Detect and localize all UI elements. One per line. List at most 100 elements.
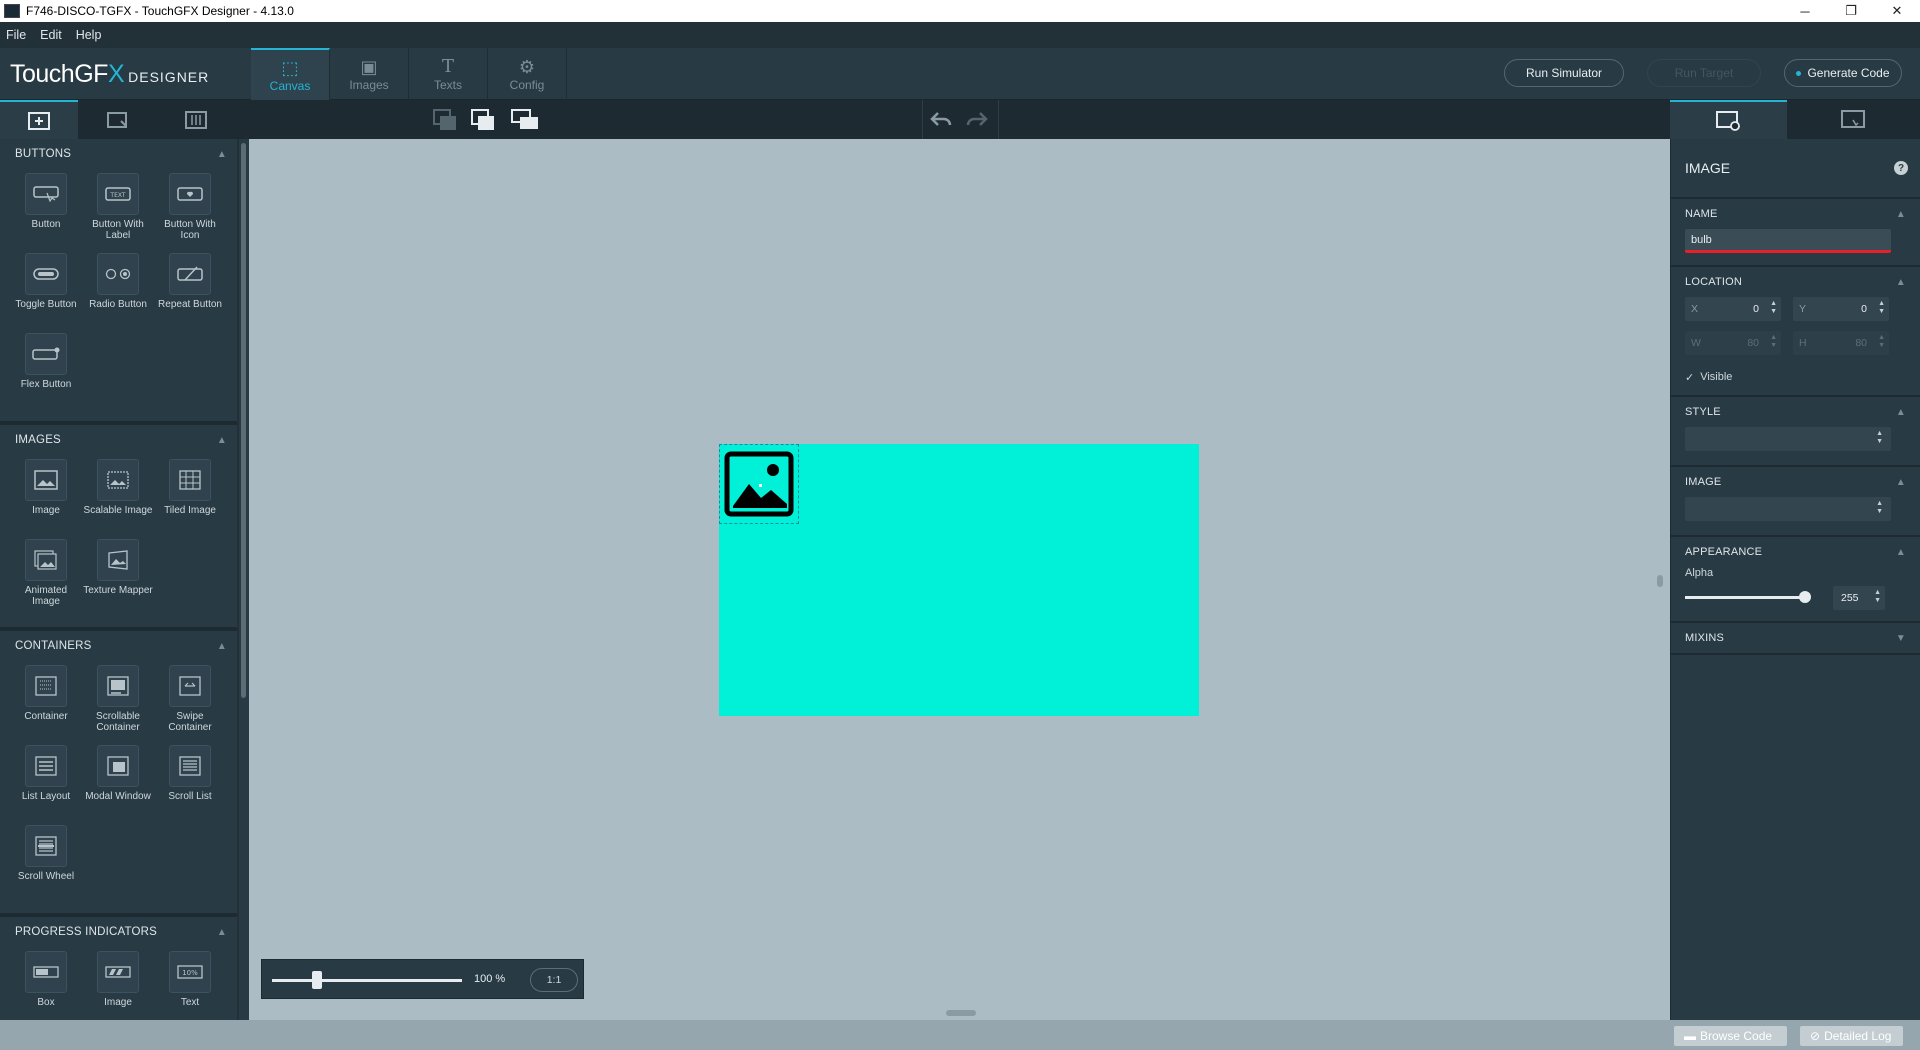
maximize-button[interactable]: ❐ [1828,0,1874,22]
mixins-section-header[interactable]: MIXINS ▼ [1685,623,1906,653]
widget-tiled-image[interactable]: Tiled Image [154,459,226,535]
app-icon [4,4,20,18]
canvas-resize-handle[interactable] [1657,575,1663,587]
tab-config[interactable]: ⚙ Config [488,48,567,100]
close-button[interactable]: ✕ [1874,0,1920,22]
widget-animated-image[interactable]: Animated Image [10,539,82,615]
widget-scalable-image[interactable]: Scalable Image [82,459,154,535]
texts-icon: T [441,56,454,77]
x-field[interactable]: X 0 ▲ ▼ [1685,297,1781,321]
widget-scroll-list[interactable]: Scroll List [154,745,226,821]
redo-icon[interactable] [966,111,988,129]
tab-images[interactable]: ▣ Images [330,48,409,100]
toolbar-divider [922,100,923,139]
widget-container[interactable]: Container [10,665,82,741]
section-title: CONTAINERS [15,640,92,652]
image-section-header[interactable]: IMAGE ▲ [1685,467,1906,497]
widget-repeat-button[interactable]: Repeat Button [154,253,226,329]
minimize-button[interactable]: ─ [1782,0,1828,22]
canvas-splitter-handle[interactable] [946,1010,976,1016]
section-progress-indicators[interactable]: PROGRESS INDICATORS ▲ [0,917,237,947]
visible-checkbox[interactable]: ✓ Visible [1685,365,1906,389]
widget-label: Scrollable Container [96,711,140,733]
style-select[interactable]: ▲ ▼ [1685,427,1891,451]
widget-image[interactable]: Image [10,459,82,535]
image-select[interactable]: ▲ ▼ [1685,497,1891,521]
widget-label: List Layout [21,791,71,802]
style-section-header[interactable]: STYLE ▲ [1685,397,1906,427]
widget-toggle-button[interactable]: Toggle Button [10,253,82,329]
widget-list-layout[interactable]: List Layout [10,745,82,821]
interactions-icon [185,110,207,129]
widget-label: Container [24,711,68,722]
zoom-slider-thumb[interactable] [312,971,322,989]
bring-forward-icon[interactable] [470,108,498,132]
widget-swipe-container[interactable]: Swipe Container [154,665,226,741]
run-simulator-button[interactable]: Run Simulator [1504,59,1624,87]
scrollable-container-icon [97,665,139,707]
widget-text-progress[interactable]: 10% Text [154,951,226,1020]
menu-file[interactable]: File [0,28,34,42]
alpha-slider-track[interactable] [1685,596,1803,599]
widget-texture-mapper[interactable]: Texture Mapper [82,539,154,615]
spinner-icon[interactable]: ▲ ▼ [1770,300,1777,316]
scrollbar-thumb[interactable] [241,143,246,698]
y-field[interactable]: Y 0 ▲ ▼ [1793,297,1889,321]
tab-widget-properties[interactable] [1670,100,1787,139]
name-input[interactable]: bulb [1685,229,1891,253]
tab-canvas[interactable]: ⬚ Canvas [251,48,330,100]
tab-screen-properties[interactable] [1788,100,1920,139]
section-images[interactable]: IMAGES ▲ [0,425,237,455]
spinner-icon[interactable]: ▲ ▼ [1878,300,1885,316]
alpha-value-field[interactable]: 255 ▲ ▼ [1833,586,1885,610]
widget-flex-button[interactable]: Flex Button [10,333,82,409]
chevron-down-icon: ▼ [1895,632,1906,644]
widget-button-with-label[interactable]: TEXT Button With Label [82,173,154,249]
spinner-icon[interactable]: ▲ ▼ [1874,589,1881,605]
widget-scrollable-container[interactable]: Scrollable Container [82,665,154,741]
run-target-button[interactable]: Run Target [1647,59,1761,87]
buttons-grid: Button TEXT Button With Label Button With… [0,169,237,419]
menu-help[interactable]: Help [70,28,110,42]
widget-button-with-icon[interactable]: Button With Icon [154,173,226,249]
zoom-1to1-button[interactable]: 1:1 [530,968,578,992]
chevron-up-icon: ▲ [1895,546,1906,558]
alpha-slider-thumb[interactable] [1799,591,1811,603]
menu-edit[interactable]: Edit [34,28,70,42]
bring-to-front-icon[interactable] [510,108,540,132]
location-section-header[interactable]: LOCATION ▲ [1685,267,1906,297]
send-to-back-icon[interactable] [432,108,460,132]
add-widget-icon [28,111,50,130]
section-containers[interactable]: CONTAINERS ▲ [0,631,237,661]
y-value: 0 [1861,303,1867,315]
appearance-section-header[interactable]: APPEARANCE ▲ [1685,537,1906,567]
generate-code-button[interactable]: Generate Code [1784,59,1902,87]
tab-screens[interactable] [79,100,157,139]
detailed-log-button[interactable]: ⊘ Detailed Log [1800,1026,1903,1046]
section-buttons[interactable]: BUTTONS ▲ [0,139,237,169]
browse-code-button[interactable]: ▬ Browse Code [1674,1026,1787,1046]
widget-modal-window[interactable]: Modal Window [82,745,154,821]
widget-button[interactable]: Button [10,173,82,249]
progress-grid: Box Image 10% Text [0,947,237,1020]
widget-box-progress[interactable]: Box [10,951,82,1020]
undo-icon[interactable] [930,111,952,129]
image-progress-icon [97,951,139,993]
widget-panel: BUTTONS ▲ Button TEXT Button With Label Bu… [0,139,237,1020]
help-icon[interactable]: ? [1894,161,1908,175]
widget-image-progress[interactable]: Image [82,951,154,1020]
canvas-area[interactable]: 100 % 1:1 [249,139,1670,1020]
widget-radio-button[interactable]: Radio Button [82,253,154,329]
alpha-label: Alpha [1685,567,1714,579]
tab-texts[interactable]: T Texts [409,48,488,100]
tab-interactions[interactable] [157,100,235,139]
widget-label: Repeat Button [158,299,222,310]
widget-panel-scrollbar[interactable] [239,139,249,1020]
screen-properties-icon [1841,109,1865,128]
widget-scroll-wheel[interactable]: Scroll Wheel [10,825,82,901]
tab-config-label: Config [509,78,545,92]
zoom-slider-track[interactable] [272,979,462,982]
selected-image-widget[interactable] [719,444,799,524]
name-section-header[interactable]: NAME ▲ [1685,199,1906,229]
tab-add-widget[interactable] [0,100,78,139]
